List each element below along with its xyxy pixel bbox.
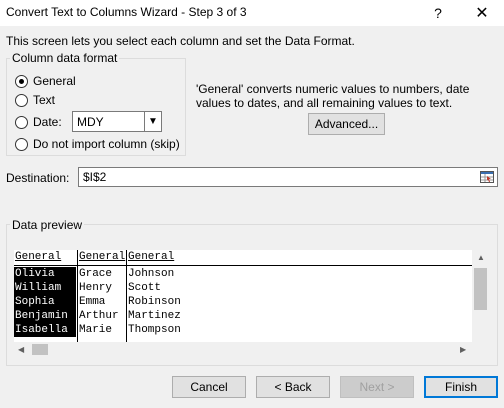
preview-row: William Henry Scott xyxy=(14,281,472,295)
date-format-value: MDY xyxy=(77,114,104,129)
intro-text: This screen lets you select each column … xyxy=(6,34,355,48)
preview-cell[interactable]: Robinson xyxy=(127,295,472,309)
preview-cell[interactable]: Thompson xyxy=(127,323,472,337)
column-divider[interactable] xyxy=(77,250,78,342)
radio-date-label[interactable]: Date: xyxy=(33,115,62,129)
preview-header-cell[interactable]: General xyxy=(78,250,126,265)
vertical-scroll-thumb[interactable] xyxy=(474,268,487,310)
scroll-up-icon[interactable]: ▲ xyxy=(477,253,485,262)
preview-cell[interactable]: Henry xyxy=(78,281,126,295)
preview-header-cell[interactable]: General xyxy=(14,250,76,265)
preview-cell[interactable]: Marie xyxy=(78,323,126,337)
next-button[interactable]: Next > xyxy=(340,376,414,398)
preview-horizontal-scrollbar[interactable]: ◀ ▶ xyxy=(14,342,472,357)
preview-cell[interactable]: Isabella xyxy=(14,323,76,337)
advanced-button[interactable]: Advanced... xyxy=(308,113,385,135)
radio-date[interactable]: Date: xyxy=(15,115,62,129)
preview-cell[interactable]: Scott xyxy=(127,281,472,295)
radio-text[interactable]: Text xyxy=(15,93,55,107)
radio-skip-circle[interactable] xyxy=(15,137,28,151)
preview-header-cell[interactable]: General xyxy=(127,250,472,265)
preview-header-row: General General General xyxy=(14,250,472,266)
radio-skip[interactable]: Do not import column (skip) xyxy=(15,137,180,151)
date-format-select[interactable]: MDY ▼ xyxy=(72,111,162,132)
scroll-right-icon[interactable]: ▶ xyxy=(460,345,466,354)
radio-skip-label[interactable]: Do not import column (skip) xyxy=(33,137,180,151)
help-button[interactable]: ? xyxy=(418,0,458,26)
column-format-legend: Column data format xyxy=(10,51,120,65)
preview-cell[interactable]: Olivia xyxy=(14,267,76,281)
preview-row: Isabella Marie Thompson xyxy=(14,323,472,337)
destination-value: $I$2 xyxy=(83,170,107,184)
preview-cell[interactable]: Grace xyxy=(78,267,126,281)
preview-cell[interactable]: Emma xyxy=(78,295,126,309)
scroll-left-icon[interactable]: ◀ xyxy=(18,345,24,354)
radio-date-circle[interactable] xyxy=(15,115,28,129)
destination-label: Destination: xyxy=(6,171,70,185)
preview-cell[interactable]: Martinez xyxy=(127,309,472,323)
format-info-text: 'General' converts numeric values to num… xyxy=(196,82,470,110)
collapse-dialog-icon[interactable] xyxy=(478,169,496,185)
radio-text-label[interactable]: Text xyxy=(33,93,55,107)
chevron-down-icon[interactable]: ▼ xyxy=(144,112,161,131)
preview-cell[interactable]: Johnson xyxy=(127,267,472,281)
cancel-button[interactable]: Cancel xyxy=(172,376,246,398)
preview-row: Olivia Grace Johnson xyxy=(14,267,472,281)
column-divider[interactable] xyxy=(126,250,127,342)
back-button[interactable]: < Back xyxy=(256,376,330,398)
destination-input[interactable]: $I$2 xyxy=(78,167,498,187)
close-button[interactable]: ✕ xyxy=(462,0,502,26)
title-bar: Convert Text to Columns Wizard - Step 3 … xyxy=(0,0,504,26)
horizontal-scroll-thumb[interactable] xyxy=(32,344,48,355)
preview-cell[interactable]: Sophia xyxy=(14,295,76,309)
preview-row: Benjamin Arthur Martinez xyxy=(14,309,472,323)
preview-row: Sophia Emma Robinson xyxy=(14,295,472,309)
radio-general-circle[interactable] xyxy=(15,74,28,88)
radio-text-circle[interactable] xyxy=(15,93,28,107)
preview-cell[interactable]: Arthur xyxy=(78,309,126,323)
preview-cell[interactable]: Benjamin xyxy=(14,309,76,323)
preview-cell[interactable]: William xyxy=(14,281,76,295)
preview-vertical-scrollbar[interactable]: ▲ xyxy=(472,250,489,342)
radio-general-label[interactable]: General xyxy=(33,74,76,88)
data-preview-grid[interactable]: General General General Olivia Grace Joh… xyxy=(14,250,472,342)
window-title: Convert Text to Columns Wizard - Step 3 … xyxy=(6,5,247,19)
data-preview-legend: Data preview xyxy=(10,218,85,232)
finish-button[interactable]: Finish xyxy=(424,376,498,398)
radio-general[interactable]: General xyxy=(15,74,76,88)
